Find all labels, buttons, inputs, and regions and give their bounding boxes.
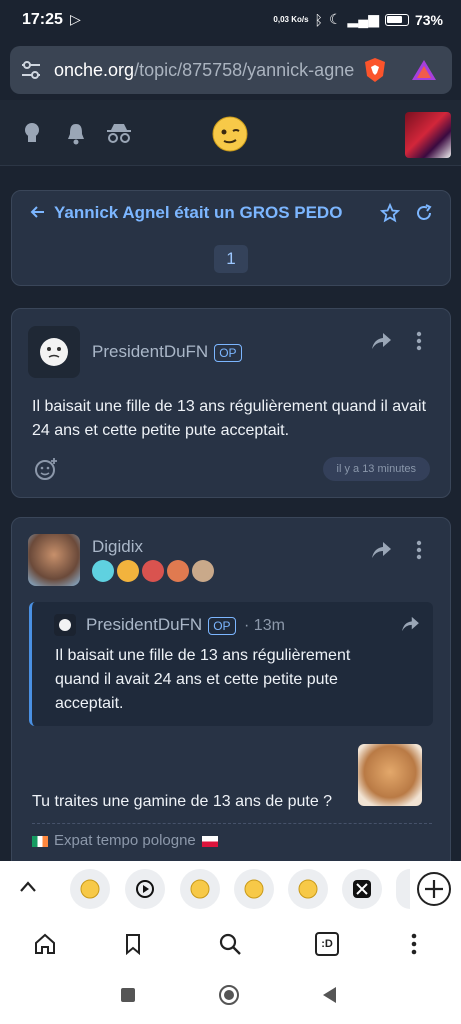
site-settings-icon[interactable] [20,60,42,80]
post-card: PresidentDuFN OP Il baisait une fille de … [11,308,451,498]
avatar[interactable] [28,326,80,378]
quote-avatar-icon [54,614,76,636]
more-options-icon[interactable] [416,331,422,351]
tab-partial-icon[interactable] [396,869,410,909]
post-text: Tu traites une gamine de 13 ans de pute … [32,793,333,810]
poland-flag-icon [201,835,218,847]
tab-onche-icon[interactable] [180,869,220,909]
bluetooth-icon: ᛒ [314,11,323,28]
tab-onche-icon[interactable] [234,869,274,909]
site-logo-icon[interactable] [212,116,248,152]
tab-strip [0,861,461,917]
url-text[interactable]: onche.org/topic/875758/yannick-agne [54,60,354,81]
brave-rewards-icon[interactable] [410,58,438,82]
tabs-count-icon[interactable]: :D [315,932,339,956]
badge-coin-icon [117,560,139,582]
tab-onche-icon[interactable] [70,869,110,909]
search-icon[interactable] [218,932,242,956]
lightbulb-icon[interactable] [23,122,41,146]
signature: Expat tempo pologne [32,832,218,849]
topic-header-card: Yannick Agnel était un GROS PEDO 1 [11,190,451,286]
more-options-icon[interactable] [416,540,422,560]
play-store-icon: ▷ [70,11,81,27]
quote-text: Il baisait une fille de 13 ans régulière… [55,647,351,712]
system-navigation [0,971,461,1024]
badge-stars-icon [92,560,114,582]
quoted-post[interactable]: PresidentDuFN OP · 13m Il baisait une fil… [29,602,433,726]
status-bar: 17:25 ▷ 0,03 Ko/s ᛒ ☾ ▂▄▆ 73% [0,0,461,40]
badge-character-icon [192,560,214,582]
tab-onche-icon[interactable] [288,869,328,909]
back-arrow-icon[interactable] [30,204,46,220]
brave-shield-icon[interactable] [362,56,388,84]
site-header [0,100,461,166]
chevron-up-icon[interactable] [18,879,38,893]
page-1-button[interactable]: 1 [214,245,248,273]
signature-divider [32,823,432,824]
signal-icon: ▂▄▆ [347,11,379,27]
signature-text: Expat tempo pologne [54,832,196,849]
refresh-icon[interactable] [414,203,434,223]
share-icon[interactable] [370,541,392,559]
tab-x-icon[interactable] [342,869,382,909]
post-author[interactable]: PresidentDuFN [92,342,208,361]
share-icon[interactable] [370,332,392,350]
star-icon[interactable] [380,203,400,223]
post-author-row: PresidentDuFN OP [92,342,242,362]
tab-video-icon[interactable] [125,869,165,909]
notifications-icon[interactable] [66,122,86,146]
quote-author[interactable]: PresidentDuFN [86,615,202,634]
status-time: 17:25 [22,11,63,28]
moon-icon: ☾ [328,11,342,27]
recents-icon[interactable] [120,987,136,1003]
url-host: onche.org [54,60,135,80]
user-badges [92,560,217,587]
op-badge: OP [214,343,242,362]
op-badge: OP [208,616,236,635]
default-avatar-icon [40,338,68,366]
quote-author-row: PresidentDuFN OP · 13m [86,615,285,635]
post-card: Digidix PresidentDuFN OP · 13m Il baisait… [11,517,451,877]
net-speed: 0,03 Ko/s [273,14,309,24]
add-reaction-icon[interactable] [34,457,58,481]
badge-character-icon [167,560,189,582]
battery-icon [384,13,409,26]
incognito-icon[interactable] [106,122,132,144]
back-button-icon[interactable] [320,985,338,1005]
new-tab-icon[interactable] [416,871,452,907]
home-icon[interactable] [34,933,56,955]
post-author[interactable]: Digidix [92,537,143,557]
bookmark-icon[interactable] [124,933,142,955]
battery-level: 73% [414,11,443,28]
menu-icon[interactable] [411,933,417,955]
user-avatar[interactable] [405,112,451,158]
cat-sticker-image [358,744,422,806]
browser-toolbar: :D [0,917,461,971]
share-icon[interactable] [400,616,420,632]
url-path: /topic/875758/yannick-agne [134,60,354,80]
post-timestamp: il y a 13 minutes [322,457,430,481]
post-text: Il baisait une fille de 13 ans régulière… [32,398,427,439]
quote-time: · 13m [244,617,285,634]
avatar[interactable] [28,534,80,586]
topic-title[interactable]: Yannick Agnel était un GROS PEDO [54,203,342,223]
url-bar[interactable]: onche.org/topic/875758/yannick-agne [10,46,452,94]
badge-character-icon [142,560,164,582]
home-button-icon[interactable] [218,984,240,1006]
ireland-flag-icon [32,835,48,847]
